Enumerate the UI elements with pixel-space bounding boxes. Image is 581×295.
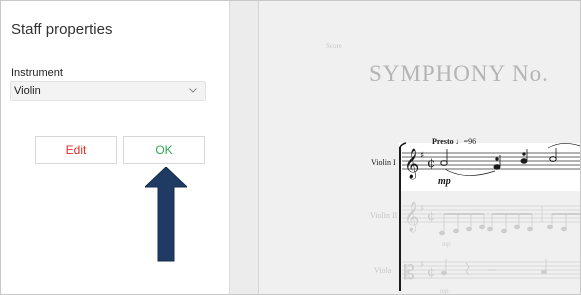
dynamic-marking-viola: mp: [440, 287, 449, 294]
ok-button[interactable]: OK: [123, 136, 205, 164]
treble-clef-icon: 𝄞: [404, 148, 419, 180]
dynamic-marking-faded: mp: [442, 240, 451, 248]
instrument-select-value: Violin: [14, 85, 41, 97]
tempo-marking: Presto ♩=96: [432, 137, 476, 146]
treble-clef-faded-icon: 𝄞: [404, 201, 419, 233]
key-sharp-viola-icon: ♯: [420, 260, 424, 270]
arrow-up-icon: [145, 167, 187, 262]
alto-clef-icon: 𝄡: [404, 262, 415, 284]
score-view[interactable]: Score SYMPHONY No. 𝄞 ♯ ¢ mp 𝄞 ♯ ¢ mp 𝄡 ♯…: [230, 1, 580, 294]
staff-system[interactable]: 𝄞 ♯ ¢ mp 𝄞 ♯ ¢ mp 𝄡 ♯ ¢ mp: [230, 1, 580, 294]
instrument-name-violin-1[interactable]: Violin I: [371, 158, 396, 167]
common-time-icon: ¢: [427, 156, 435, 171]
tempo-value: ♩=96: [455, 137, 477, 146]
common-time-faded-icon: ¢: [427, 209, 435, 224]
instrument-name-viola[interactable]: Viola: [374, 266, 391, 275]
key-sharp-faded-icon: ♯: [420, 204, 424, 214]
tempo-text: Presto: [432, 137, 454, 146]
panel-title: Staff properties: [11, 21, 113, 38]
dynamic-marking: mp: [438, 176, 451, 187]
edit-button[interactable]: Edit: [35, 136, 117, 164]
notes-viola: [441, 259, 547, 276]
instrument-name-violin-2[interactable]: Violin II: [370, 211, 397, 220]
instrument-select[interactable]: Violin: [10, 81, 206, 101]
common-time-viola-icon: ¢: [427, 265, 435, 280]
chevron-down-icon: [189, 88, 197, 93]
instrument-label: Instrument: [11, 67, 63, 79]
key-sharp-icon: ♯: [420, 151, 424, 161]
staff-properties-panel: Staff properties Instrument Violin Edit …: [1, 1, 230, 294]
